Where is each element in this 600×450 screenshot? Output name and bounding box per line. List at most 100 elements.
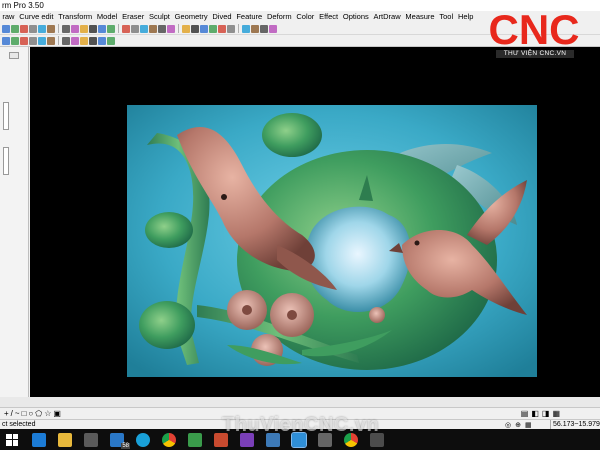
ellipse-icon[interactable]	[107, 24, 115, 33]
chisel-icon[interactable]	[80, 36, 88, 45]
pointer-icon[interactable]	[71, 24, 79, 33]
copy-icon[interactable]	[11, 24, 19, 33]
paint-icon[interactable]	[89, 36, 97, 45]
watermark-text: ThuVienCNC.vn	[222, 414, 380, 436]
shade-icon[interactable]	[107, 36, 115, 45]
menu-curve-edit[interactable]: Curve edit	[17, 11, 56, 23]
plus-icon[interactable]: +	[4, 409, 9, 418]
chrome-icon[interactable]	[162, 432, 176, 447]
logo-subtitle: THƯ VIỆN CNC.VN	[496, 50, 574, 58]
undo-icon[interactable]	[29, 24, 37, 33]
left-panel	[0, 47, 29, 397]
toolbar-separator	[58, 24, 59, 33]
menu-model[interactable]: Model	[95, 11, 120, 23]
offset-icon[interactable]	[182, 24, 190, 33]
toolbar-separator	[118, 24, 119, 33]
sculpt-icon[interactable]	[38, 36, 46, 45]
line-tool-icon[interactable]: /	[11, 409, 13, 418]
application-window: rm Pro 3.50 raw Curve edit Transform Mod…	[0, 0, 600, 450]
menu-eraser[interactable]: Eraser	[120, 11, 147, 23]
toolbar-separator	[58, 36, 59, 45]
lock-icon[interactable]	[251, 24, 259, 33]
svg-text:CNC: CNC	[489, 6, 580, 50]
zoom-icon[interactable]	[47, 24, 55, 33]
menu-deform[interactable]: Deform	[265, 11, 294, 23]
circle-tool-icon[interactable]: ○	[28, 409, 33, 418]
menu-transform[interactable]: Transform	[56, 11, 95, 23]
spline-icon[interactable]	[149, 24, 157, 33]
arrow-icon[interactable]	[2, 36, 10, 45]
small-peach-2	[139, 301, 195, 349]
join-icon[interactable]	[209, 24, 217, 33]
drive-icon[interactable]	[188, 432, 202, 447]
text-icon[interactable]	[269, 24, 277, 33]
select-icon[interactable]	[62, 24, 70, 33]
stamp-icon[interactable]	[98, 36, 106, 45]
box-tool-icon[interactable]: ▣	[53, 409, 61, 418]
menu-help[interactable]: Help	[456, 11, 476, 23]
file-explorer-icon[interactable]	[58, 432, 72, 447]
menu-geometry[interactable]: Geometry	[172, 11, 210, 23]
smooth-icon[interactable]	[47, 36, 55, 45]
node-edit-icon[interactable]	[20, 36, 28, 45]
curve-icon[interactable]	[140, 24, 148, 33]
star-tool-icon[interactable]: ☆	[44, 409, 51, 418]
redo-icon[interactable]	[38, 24, 46, 33]
color-icon[interactable]	[242, 24, 250, 33]
cnc-logo-mark: CNC	[489, 6, 580, 53]
mail-icon[interactable]: 58	[110, 432, 130, 449]
panel-pin-icon[interactable]	[9, 52, 19, 59]
node-icon[interactable]	[131, 24, 139, 33]
menu-effect[interactable]: Effect	[317, 11, 341, 23]
menu-tool[interactable]: Tool	[437, 11, 456, 23]
status-text: ct selected	[2, 421, 36, 428]
toolbar-separator	[178, 24, 179, 33]
erase-icon[interactable]	[29, 36, 37, 45]
fill-icon[interactable]	[71, 36, 79, 45]
windows-start-icon[interactable]	[6, 433, 18, 446]
trim-icon[interactable]	[191, 24, 199, 33]
panel-tab-2[interactable]	[3, 147, 9, 175]
rect-tool-icon[interactable]: □	[22, 409, 27, 418]
menu-sculpt[interactable]: Sculpt	[147, 11, 173, 23]
view-fit-icon[interactable]: ▦	[552, 409, 560, 418]
relief-model	[127, 105, 537, 377]
menu-draw[interactable]: raw	[0, 11, 17, 23]
view-iso-icon[interactable]: ◧	[531, 409, 539, 418]
polygon-tool-icon[interactable]: ⬠	[35, 409, 42, 418]
peach-top	[262, 113, 322, 157]
menu-options[interactable]: Options	[341, 11, 372, 23]
array-icon[interactable]	[167, 24, 175, 33]
menu-dived[interactable]: Dived	[210, 11, 234, 23]
circle-icon[interactable]	[98, 24, 106, 33]
mirror-icon[interactable]	[158, 24, 166, 33]
scale-icon[interactable]	[218, 24, 226, 33]
curve-tool-icon[interactable]: ~	[15, 409, 20, 418]
draw-line-icon[interactable]	[2, 24, 10, 33]
menu-measure[interactable]: Measure	[403, 11, 437, 23]
view-top-icon[interactable]: ◨	[542, 409, 550, 418]
viewport-scrollbar[interactable]	[0, 397, 600, 407]
zalo-icon[interactable]	[136, 432, 150, 447]
small-peach-1	[145, 212, 193, 248]
menu-color[interactable]: Color	[294, 11, 317, 23]
layer-icon[interactable]	[260, 24, 268, 33]
view-front-icon[interactable]: ▤	[521, 409, 529, 418]
grid-icon[interactable]	[80, 24, 88, 33]
extend-icon[interactable]	[200, 24, 208, 33]
polygon-icon[interactable]	[122, 24, 130, 33]
bump-icon[interactable]	[62, 36, 70, 45]
3d-viewport[interactable]	[30, 47, 600, 397]
move-icon[interactable]	[11, 36, 19, 45]
window-title: rm Pro 3.50	[2, 1, 44, 10]
cut-icon[interactable]	[20, 24, 28, 33]
panel-tab-1[interactable]	[3, 102, 9, 130]
rectangle-icon[interactable]	[89, 24, 97, 33]
cnc-logo: CNC THƯ VIỆN CNC.VN	[474, 6, 594, 60]
store-icon[interactable]	[84, 432, 98, 447]
edge-browser-icon[interactable]	[32, 432, 46, 447]
menu-artdraw[interactable]: ArtDraw	[371, 11, 403, 23]
coordinate-readout: 56.173~15.979:0.0	[550, 420, 600, 429]
rotate-icon[interactable]	[227, 24, 235, 33]
menu-feature[interactable]: Feature	[234, 11, 265, 23]
